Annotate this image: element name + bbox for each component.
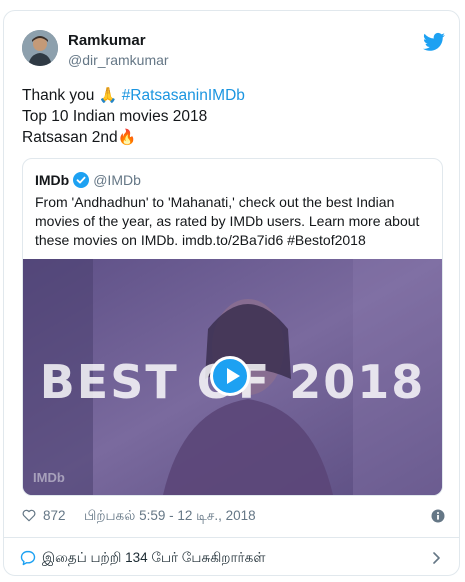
speech-bubble-icon (20, 550, 36, 566)
info-icon[interactable] (431, 509, 445, 523)
heart-icon[interactable] (22, 509, 36, 522)
quoted-header: IMDb @IMDb (35, 172, 141, 188)
play-icon[interactable] (210, 356, 250, 396)
twitter-bird-icon[interactable] (423, 32, 445, 52)
quoted-author-name[interactable]: IMDb (35, 172, 69, 188)
pray-emoji-icon: 🙏 (98, 87, 118, 104)
author-name[interactable]: Ramkumar (68, 32, 146, 49)
fire-emoji-icon: 🔥 (117, 129, 137, 146)
conversation-text[interactable]: இதைப் பற்றி 134 பேர் பேசுகிறார்கள் (42, 550, 265, 568)
imdb-watermark: IMDb (33, 470, 65, 485)
quoted-text: From 'Andhadhun' to 'Mahanati,' check ou… (35, 194, 420, 248)
verified-badge-icon (73, 172, 90, 188)
tweet-line-3: Ratsasan 2nd🔥 (22, 127, 441, 148)
video-thumbnail[interactable]: BEST OF 2018 IMDb (23, 259, 442, 495)
tweet-meta: 872 பிற்பகல் 5:59 - 12 டிச., 2018 (22, 507, 445, 527)
tweet-line-1-text: Thank you (22, 87, 99, 104)
tweet-line-3-text: Ratsasan 2nd (22, 129, 118, 146)
author-handle[interactable]: @dir_ramkumar (68, 52, 169, 68)
conversation-link[interactable]: இதைப் பற்றி 134 பேர் பேசுகிறார்கள் (4, 538, 459, 575)
tweet-line-2: Top 10 Indian movies 2018 (22, 108, 208, 125)
tweet-text: Thank you 🙏 #RatsasaninIMDb Top 10 India… (22, 85, 441, 148)
avatar[interactable] (22, 30, 58, 66)
hashtag-link[interactable]: #RatsasaninIMDb (122, 87, 245, 104)
quoted-author-handle[interactable]: @IMDb (93, 172, 141, 188)
chevron-right-icon[interactable] (432, 552, 441, 564)
quoted-tweet[interactable]: IMDb @IMDb From 'Andhadhun' to 'Mahanati,… (22, 158, 443, 496)
tweet-card: Ramkumar @dir_ramkumar Thank you 🙏 #Rats… (3, 10, 460, 576)
tweet-timestamp[interactable]: பிற்பகல் 5:59 - 12 டிச., 2018 (84, 508, 256, 526)
tweet-line-1: Thank you 🙏 #RatsasaninIMDb (22, 85, 441, 106)
like-count[interactable]: 872 (43, 508, 66, 523)
tweet-header: Ramkumar @dir_ramkumar (22, 30, 445, 72)
